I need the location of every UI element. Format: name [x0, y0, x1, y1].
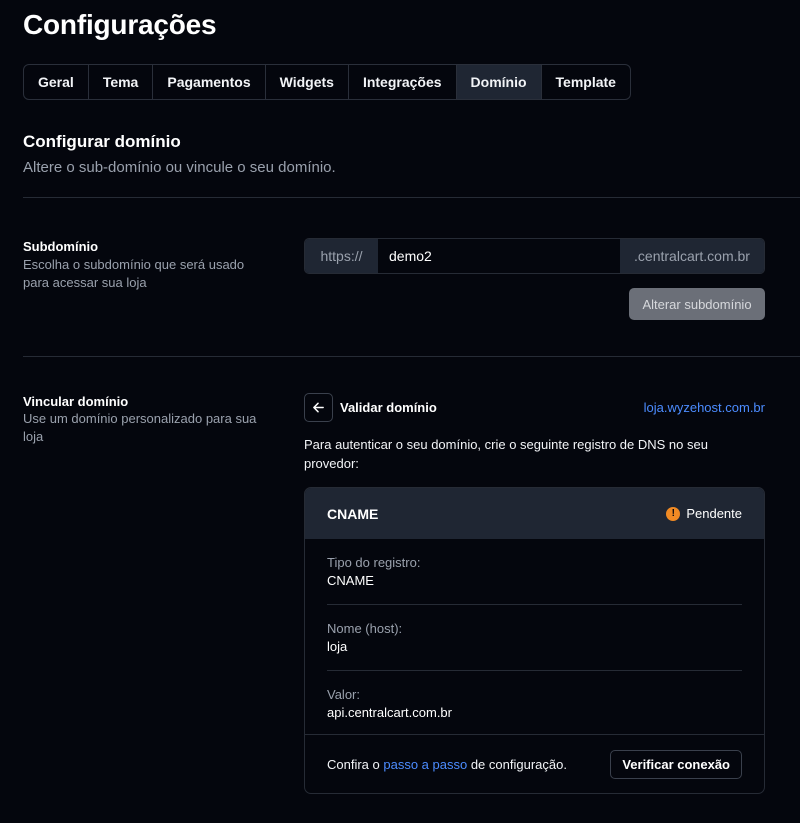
status-badge: ! Pendente [666, 506, 742, 521]
subdomain-title: Subdomínio [23, 239, 99, 254]
tab-widgets[interactable]: Widgets [266, 65, 349, 99]
dns-record-card: CNAME ! Pendente Tipo do registro: CNAME… [304, 487, 765, 794]
row-value: api.centralcart.com.br [327, 705, 452, 720]
footer-prefix: Confira o [327, 756, 384, 772]
record-type-title: CNAME [327, 505, 379, 522]
dns-card-header: CNAME ! Pendente [305, 488, 764, 539]
tab-integracoes[interactable]: Integrações [349, 65, 457, 99]
dns-row-value: Valor: api.centralcart.com.br [327, 671, 742, 737]
verify-connection-button[interactable]: Verificar conexão [610, 749, 742, 779]
footer-text: Confira o passo a passo de configuração. [327, 757, 567, 772]
subdomain-prefix: https:// [305, 239, 378, 273]
link-domain-description: Use um domínio personalizado para sua lo… [23, 411, 257, 444]
link-domain-title: Vincular domínio [23, 394, 129, 409]
subdomain-input[interactable] [378, 239, 620, 273]
dns-instructions: Para autenticar o seu domínio, crie o se… [304, 437, 708, 471]
tab-dominio[interactable]: Domínio [456, 65, 542, 99]
arrow-left-icon [313, 402, 324, 413]
row-value: CNAME [327, 573, 374, 588]
dns-card-footer: Confira o passo a passo de configuração.… [305, 734, 764, 793]
warning-icon: ! [666, 506, 681, 521]
step-by-step-link[interactable]: passo a passo [383, 757, 467, 772]
divider [23, 197, 800, 198]
dns-row-type: Tipo do registro: CNAME [327, 539, 742, 605]
alter-subdomain-button[interactable]: Alterar subdomínio [629, 288, 765, 320]
tab-bar: Geral Tema Pagamentos Widgets Integraçõe… [23, 64, 631, 100]
footer-suffix: de configuração. [467, 756, 567, 772]
back-button[interactable] [304, 393, 333, 422]
validate-domain-title: Validar domínio [340, 400, 437, 415]
divider [23, 356, 800, 357]
tab-tema[interactable]: Tema [89, 65, 154, 99]
subdomain-description: Escolha o subdomínio que será usado para… [23, 257, 245, 290]
domain-link[interactable]: loja.wyzehost.com.br [644, 400, 765, 415]
row-value: loja [327, 639, 348, 654]
subdomain-suffix: .centralcart.com.br [620, 239, 764, 273]
page-title: Configurações [23, 9, 217, 40]
section-subtitle: Altere o sub-domínio ou vincule o seu do… [23, 159, 336, 176]
row-label: Nome (host): [327, 621, 403, 636]
dns-row-host: Nome (host): loja [327, 605, 742, 671]
section-title: Configurar domínio [23, 132, 181, 151]
tab-pagamentos[interactable]: Pagamentos [153, 65, 266, 99]
status-label: Pendente [686, 506, 742, 521]
row-label: Valor: [327, 687, 360, 702]
row-label: Tipo do registro: [327, 555, 421, 570]
subdomain-input-group: https:// .centralcart.com.br [304, 238, 765, 274]
tab-template[interactable]: Template [542, 65, 630, 99]
tab-geral[interactable]: Geral [24, 65, 89, 99]
